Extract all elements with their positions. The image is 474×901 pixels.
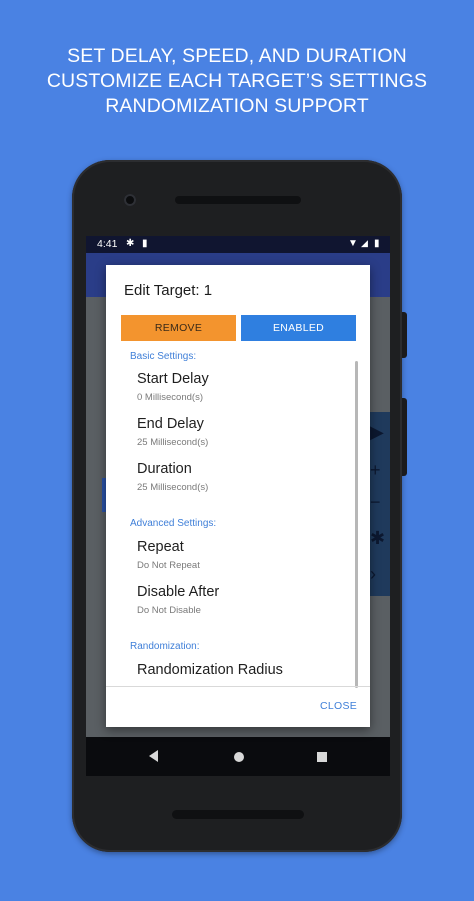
- wifi-icon: ▼: [348, 238, 358, 249]
- close-button[interactable]: CLOSE: [320, 700, 357, 712]
- disable-after-title[interactable]: Disable After: [137, 584, 219, 600]
- play-icon: ▶: [370, 422, 384, 442]
- gear-icon: ✱: [126, 238, 135, 249]
- disable-after-value: Do Not Disable: [137, 605, 201, 616]
- headline-line-3: RANDOMIZATION SUPPORT: [105, 95, 369, 117]
- dialog-title: Edit Target: 1: [124, 282, 213, 299]
- dialog-divider: [106, 686, 370, 687]
- power-button: [402, 312, 407, 358]
- bottom-speaker: [172, 810, 304, 819]
- sd-card-icon: ▮: [142, 238, 148, 249]
- section-randomization: Randomization:: [130, 641, 200, 652]
- end-delay-title[interactable]: End Delay: [137, 416, 204, 432]
- start-delay-title[interactable]: Start Delay: [137, 371, 209, 387]
- promo-headline: SET DELAY, SPEED, AND DURATION CUSTOMIZE…: [0, 44, 474, 119]
- settings-icon: ✱: [370, 528, 386, 548]
- plus-icon: +: [370, 460, 381, 480]
- home-icon[interactable]: [234, 752, 244, 762]
- duration-title[interactable]: Duration: [137, 461, 192, 477]
- section-basic-settings: Basic Settings:: [130, 351, 197, 362]
- minus-icon: −: [370, 492, 381, 512]
- volume-button: [402, 398, 407, 476]
- status-time: 4:41: [97, 238, 118, 250]
- top-speaker: [175, 196, 301, 204]
- recent-apps-icon[interactable]: [317, 752, 327, 762]
- edit-target-dialog: Edit Target: 1 REMOVE ENABLED Basic Sett…: [106, 265, 370, 727]
- settings-list[interactable]: Basic Settings: Start Delay 0 Millisecon…: [106, 347, 370, 687]
- chevron-icon: ›: [370, 564, 376, 584]
- headline-line-1: SET DELAY, SPEED, AND DURATION: [67, 45, 407, 67]
- duration-value: 25 Millisecond(s): [137, 482, 209, 493]
- status-bar: 4:41 ✱ ▮ ▼ ◢ ▮: [86, 236, 390, 253]
- end-delay-value: 25 Millisecond(s): [137, 437, 209, 448]
- dialog-scrollbar[interactable]: [355, 361, 358, 688]
- signal-icon: ◢: [361, 238, 368, 248]
- headline-line-2: CUSTOMIZE EACH TARGET’S SETTINGS: [46, 70, 428, 92]
- battery-icon: ▮: [374, 238, 380, 249]
- repeat-value: Do Not Repeat: [137, 560, 200, 571]
- repeat-title[interactable]: Repeat: [137, 539, 184, 555]
- randomization-radius-title[interactable]: Randomization Radius: [137, 662, 283, 678]
- section-advanced-settings: Advanced Settings:: [130, 518, 217, 529]
- remove-button[interactable]: REMOVE: [121, 315, 236, 341]
- back-icon[interactable]: [149, 750, 158, 762]
- enabled-button[interactable]: ENABLED: [241, 315, 356, 341]
- front-camera: [124, 194, 136, 206]
- start-delay-value: 0 Millisecond(s): [137, 392, 203, 403]
